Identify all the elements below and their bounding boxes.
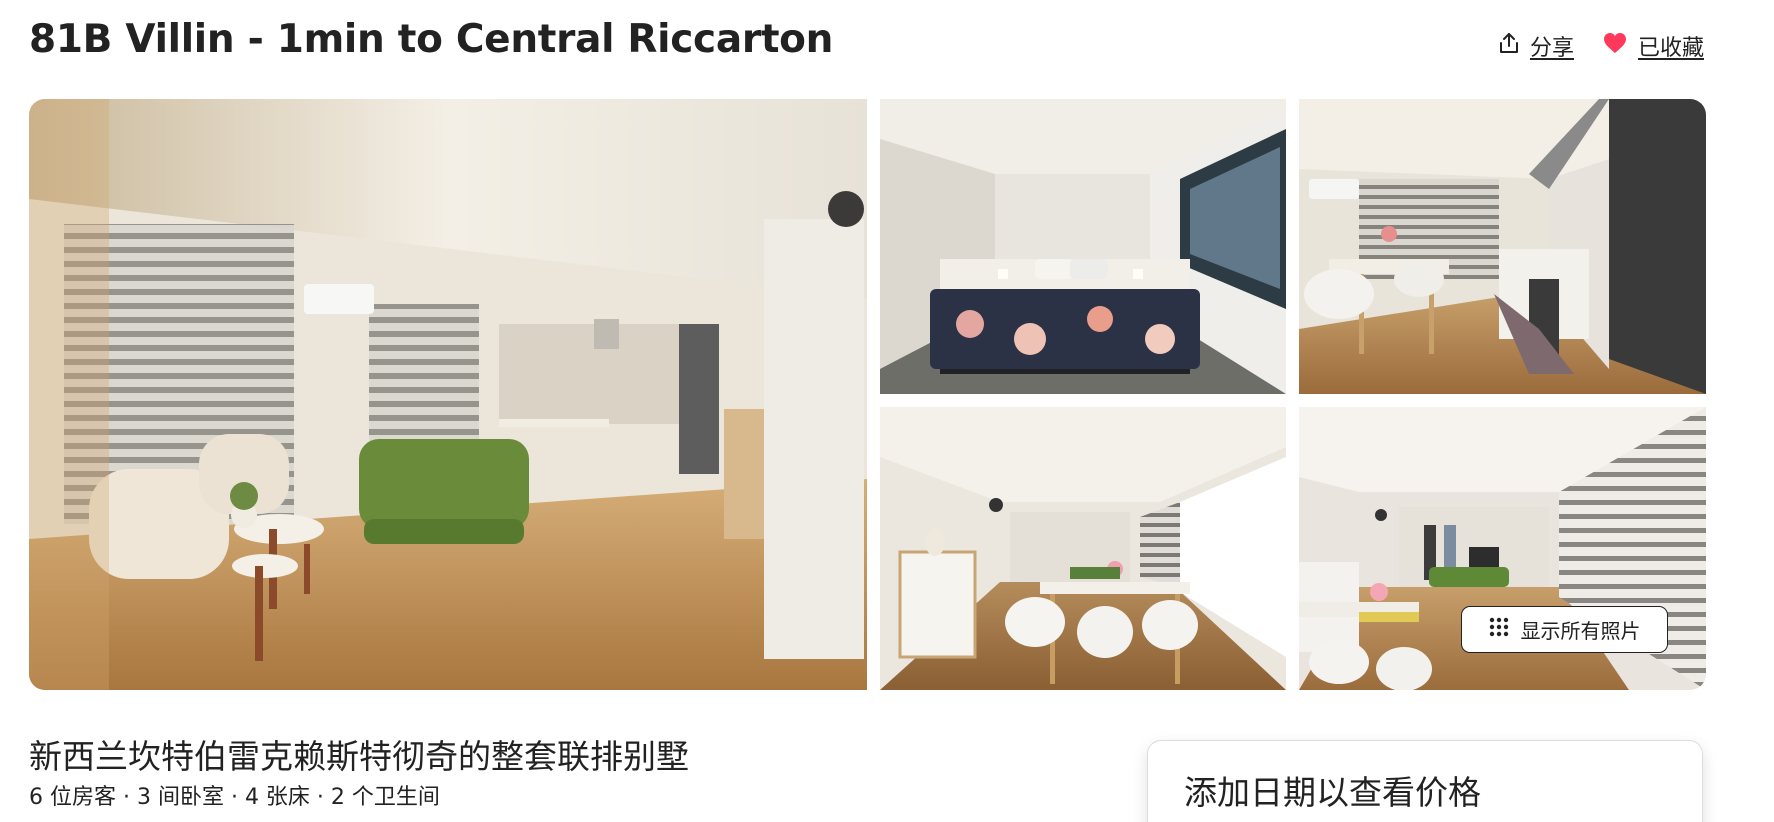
show-all-photos-label: 显示所有照片	[1520, 619, 1641, 643]
show-all-photos-button[interactable]: 显示所有照片	[1461, 606, 1668, 653]
photo-dining-room[interactable]	[880, 407, 1286, 690]
share-label: 分享	[1529, 36, 1574, 61]
photo-kitchen-dining[interactable]	[1299, 99, 1706, 394]
grid-dots-icon	[1489, 617, 1509, 642]
listing-actions: 分享 已收藏	[1498, 30, 1704, 62]
booking-title: 添加日期以查看价格	[1184, 773, 1481, 812]
booking-card: 添加日期以查看价格	[1147, 740, 1703, 822]
share-button[interactable]: 分享	[1498, 30, 1574, 62]
listing-subtitle: 新西兰坎特伯雷克赖斯特彻奇的整套联排别墅	[29, 737, 689, 776]
photo-bedroom[interactable]	[880, 99, 1286, 394]
saved-label: 已收藏	[1637, 36, 1704, 61]
photo-gallery	[29, 99, 1706, 690]
saved-button[interactable]: 已收藏	[1602, 30, 1704, 62]
listing-page: 81B Villin - 1min to Central Riccarton 分…	[0, 0, 1774, 822]
share-icon	[1498, 31, 1520, 61]
listing-details: 6 位房客 · 3 间卧室 · 4 张床 · 2 个卫生间	[29, 785, 440, 810]
listing-title: 81B Villin - 1min to Central Riccarton	[29, 17, 834, 62]
photo-living-room[interactable]	[29, 99, 867, 690]
heart-icon	[1602, 31, 1628, 61]
